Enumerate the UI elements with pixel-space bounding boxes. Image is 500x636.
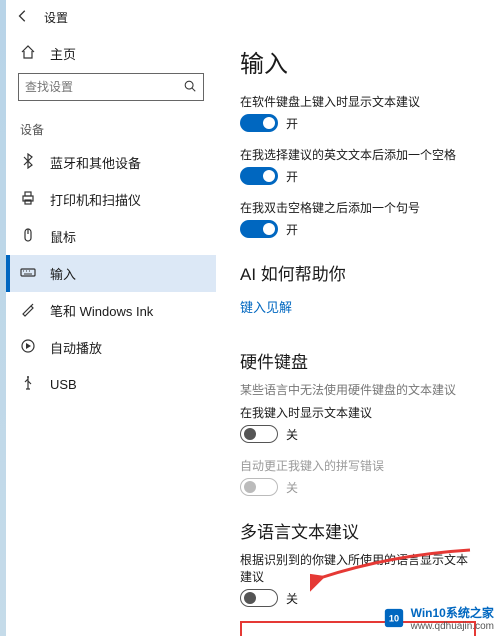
keyboard-icon [20,264,36,283]
ai-insights-link[interactable]: 键入见解 [240,297,292,316]
hwkb-toggle-state-1: 关 [286,479,298,496]
hardware-keyboard-desc: 某些语言中无法使用硬件键盘的文本建议 [240,381,476,398]
typing-toggle-state-0: 开 [286,115,298,132]
sidebar-item-autoplay[interactable]: 自动播放 [6,329,216,366]
hwkb-toggle-0[interactable] [240,425,278,443]
watermark: 10 Win10系统之家 www.qdhuajin.com [383,604,494,632]
bluetooth-icon [20,153,36,172]
window-title: 设置 [44,9,68,26]
typing-toggle-2[interactable] [240,220,278,238]
autoplay-icon [20,338,36,357]
watermark-logo-icon: 10 [383,607,405,629]
typing-label-0: 在软件键盘上键入时显示文本建议 [240,93,476,110]
hardware-keyboard-heading: 硬件键盘 [240,348,476,373]
typing-toggle-1[interactable] [240,167,278,185]
sidebar-item-mouse[interactable]: 鼠标 [6,218,216,255]
sidebar-item-label: 自动播放 [50,338,102,357]
title-bar: 设置 [6,0,500,34]
multilang-toggle[interactable] [240,589,278,607]
sidebar-item-keyboard[interactable]: 输入 [6,255,216,292]
sidebar-item-bluetooth[interactable]: 蓝牙和其他设备 [6,144,216,181]
multilang-heading: 多语言文本建议 [240,518,476,543]
usb-icon [20,375,36,394]
multilang-toggle-state: 关 [286,590,298,607]
mouse-icon [20,227,36,246]
sidebar-item-label: 蓝牙和其他设备 [50,153,141,172]
sidebar-home-label: 主页 [50,44,76,63]
search-icon [183,79,197,96]
pen-icon [20,301,36,320]
typing-toggle-state-1: 开 [286,168,298,185]
content-pane: 输入 在软件键盘上键入时显示文本建议开在我选择建议的英文文本后添加一个空格开在我… [216,34,500,636]
hwkb-toggle-state-0: 关 [286,426,298,443]
printer-icon [20,190,36,209]
search-box[interactable] [18,73,204,101]
sidebar-item-label: 鼠标 [50,227,76,246]
sidebar-item-usb[interactable]: USB [6,366,216,403]
hwkb-label-1: 自动更正我键入的拼写错误 [240,457,476,474]
sidebar-item-label: 输入 [50,264,76,283]
watermark-url: www.qdhuajin.com [411,621,494,632]
typing-label-2: 在我双击空格键之后添加一个句号 [240,199,476,216]
hwkb-label-0: 在我键入时显示文本建议 [240,404,476,421]
home-icon [20,44,36,63]
sidebar-item-label: 笔和 Windows Ink [50,301,153,320]
sidebar: 主页 设备 蓝牙和其他设备打印机和扫描仪鼠标输入笔和 Windows Ink 自动… [6,34,216,636]
ai-heading: AI 如何帮助你 [240,260,476,285]
page-title: 输入 [240,44,476,79]
sidebar-item-pen[interactable]: 笔和 Windows Ink [6,292,216,329]
sidebar-item-label: USB [50,377,77,392]
sidebar-home[interactable]: 主页 [6,36,216,73]
search-input[interactable] [25,80,183,94]
svg-text:10: 10 [389,614,399,624]
back-icon[interactable] [16,9,30,26]
multilang-desc: 根据识别到的你键入所使用的语言显示文本建议 [240,551,476,585]
typing-label-1: 在我选择建议的英文文本后添加一个空格 [240,146,476,163]
hwkb-toggle-1 [240,478,278,496]
watermark-title: Win10系统之家 [411,604,494,621]
sidebar-section-label: 设备 [6,113,216,144]
typing-toggle-0[interactable] [240,114,278,132]
sidebar-item-label: 打印机和扫描仪 [50,190,141,209]
typing-toggle-state-2: 开 [286,221,298,238]
sidebar-item-printer[interactable]: 打印机和扫描仪 [6,181,216,218]
